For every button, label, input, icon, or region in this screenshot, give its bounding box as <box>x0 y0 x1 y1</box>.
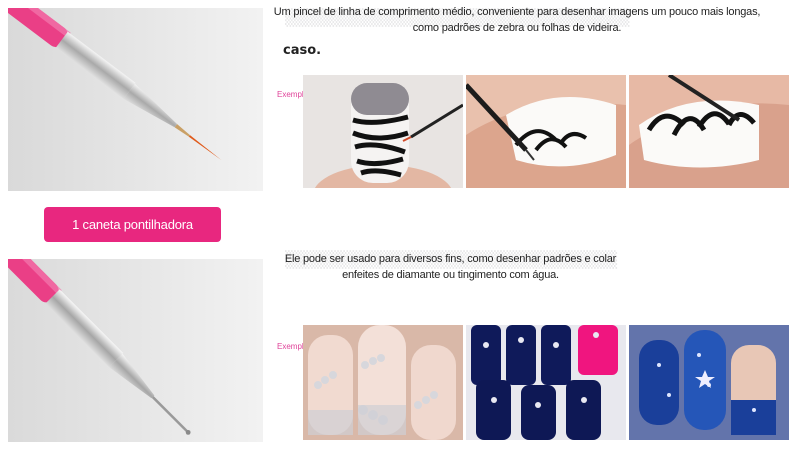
blue-glitter-nails-photo <box>629 325 789 440</box>
dotting-pen-photo <box>8 259 263 442</box>
zebra-finished-example-photo <box>629 75 789 188</box>
heading-fragment: caso. <box>283 43 322 58</box>
liner-brush-photo <box>8 8 263 191</box>
rhinestone-nail-example-photo <box>303 325 463 440</box>
zebra-nail-example-photo <box>303 75 463 188</box>
dotting-pen-label: 1 caneta pontilhadora <box>44 207 221 242</box>
dotting-pen-description: Ele pode ser usado para diversos fins, c… <box>284 253 617 281</box>
liner-brush-description: Um pincel de linha de comprimento médio,… <box>273 6 761 34</box>
zebra-stroke-example-photo <box>466 75 626 188</box>
navy-rhinestone-nails-photo <box>466 325 626 440</box>
